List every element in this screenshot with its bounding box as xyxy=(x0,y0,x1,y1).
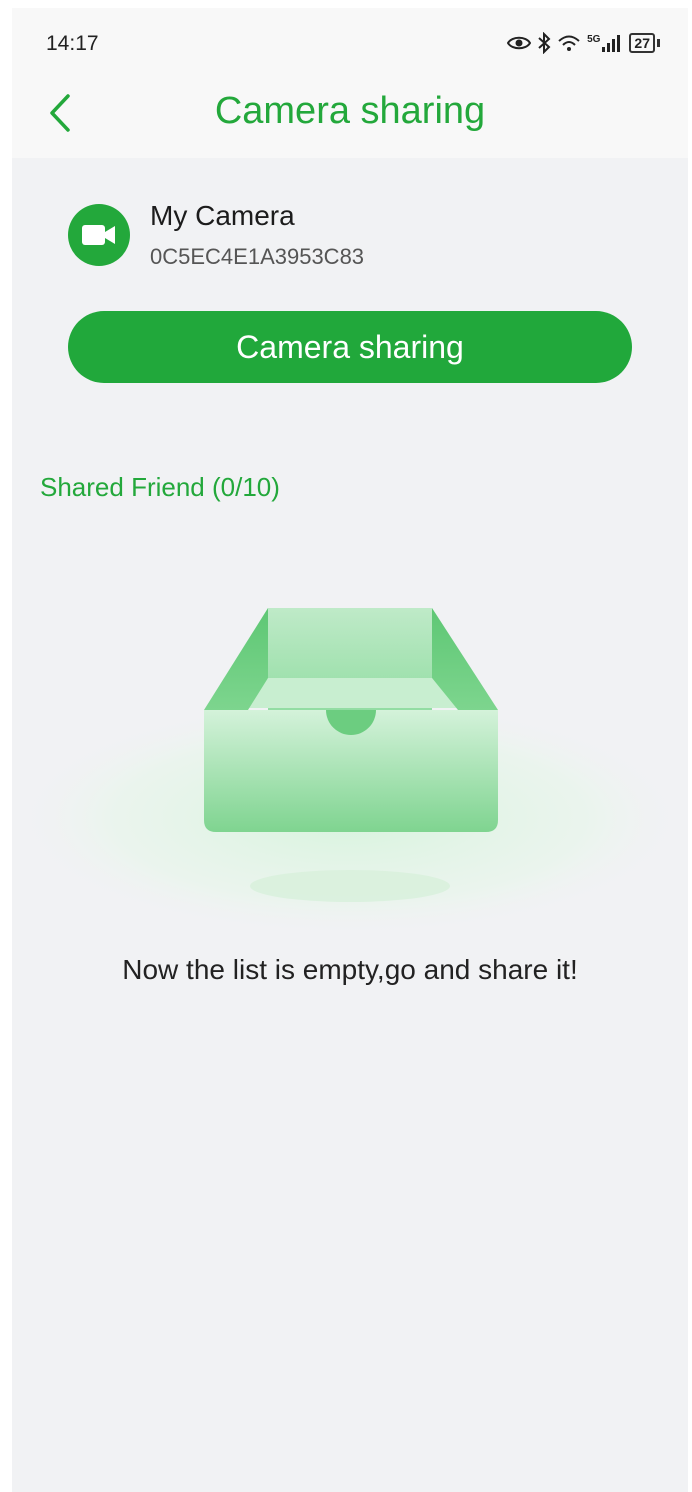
status-time: 14:17 xyxy=(46,32,99,55)
device-name: My Camera xyxy=(150,200,295,231)
battery-icon: 27 xyxy=(629,33,660,53)
wifi-icon xyxy=(557,34,581,52)
page-title: Camera sharing xyxy=(214,90,486,132)
bluetooth-icon xyxy=(537,32,551,54)
shared-friend-count: Shared Friend (0/10) xyxy=(40,472,280,502)
eye-icon xyxy=(507,35,532,51)
video-camera-icon xyxy=(68,204,130,266)
network-type: 5G xyxy=(587,34,601,45)
device-id: 0C5EC4E1A3953C83 xyxy=(150,244,365,269)
empty-box-icon xyxy=(10,568,690,948)
device-info: My Camera 0C5EC4E1A3953C83 xyxy=(68,200,628,280)
top-bar: 14:17 5G 27 Camera sharing xyxy=(12,8,688,158)
status-icons: 5G 27 xyxy=(507,32,660,54)
signal-icon: 5G xyxy=(587,34,623,52)
empty-list-message: Now the list is empty,go and share it! xyxy=(122,954,578,985)
app-screen: 14:17 5G 27 Camera sharing My Camera 0C5… xyxy=(10,8,690,1492)
battery-level: 27 xyxy=(629,33,655,53)
camera-sharing-button[interactable]: Camera sharing xyxy=(68,311,632,383)
